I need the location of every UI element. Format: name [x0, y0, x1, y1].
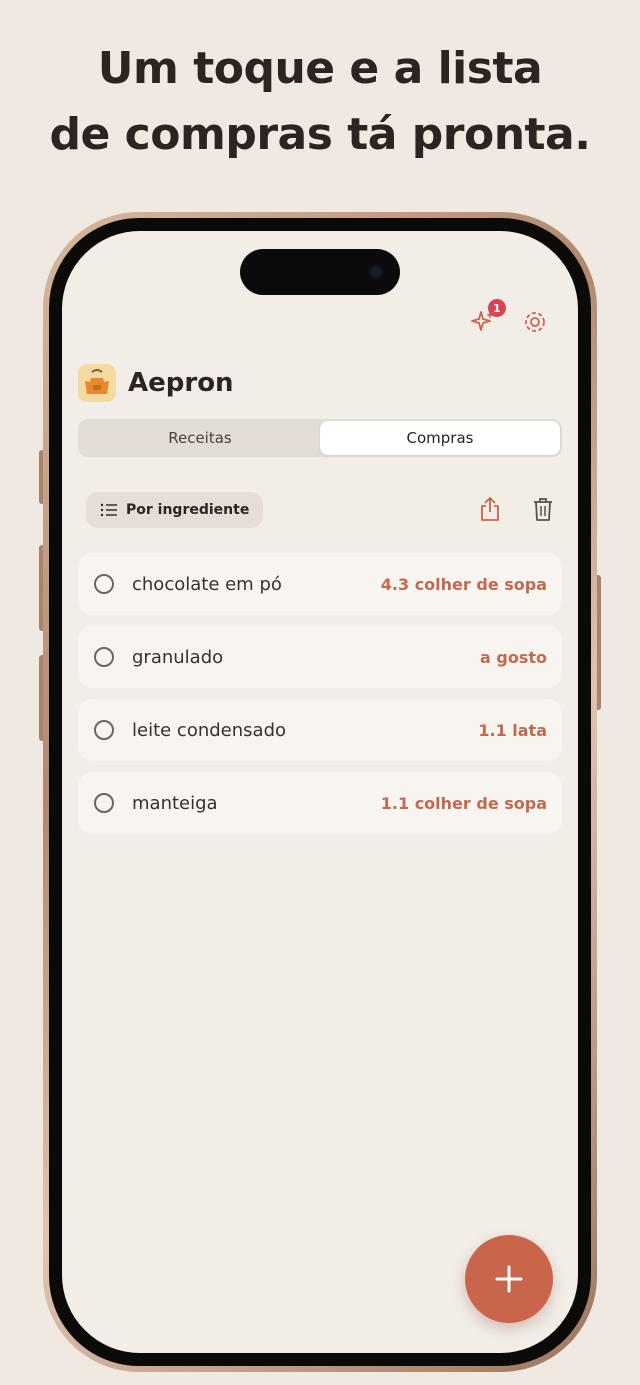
shopping-list: chocolate em pó 4.3 colher de sopa granu… [78, 553, 562, 845]
phone-screen: 1 Aepron Receitas Compras Por ingredient… [62, 231, 578, 1353]
item-quantity: 1.1 colher de sopa [380, 793, 547, 813]
list-toolbar: Por ingrediente [86, 492, 554, 528]
list-icon [100, 503, 117, 517]
tab-receitas[interactable]: Receitas [80, 421, 320, 455]
item-quantity: a gosto [480, 647, 547, 667]
headline-line-1: Um toque e a lista [97, 43, 543, 94]
sparkle-button[interactable]: 1 [468, 299, 506, 337]
checkbox[interactable] [94, 647, 114, 667]
item-name: manteiga [132, 792, 218, 814]
item-name: chocolate em pó [132, 573, 282, 595]
gear-icon [525, 312, 545, 332]
plus-icon [495, 1265, 523, 1293]
headline: Um toque e a lista de compras tá pronta. [0, 36, 640, 168]
brand: Aepron [78, 364, 234, 402]
checkbox[interactable] [94, 793, 114, 813]
checkbox[interactable] [94, 574, 114, 594]
list-item[interactable]: leite condensado 1.1 lata [78, 699, 562, 761]
trash-icon[interactable] [532, 496, 554, 522]
group-by-button[interactable]: Por ingrediente [86, 492, 264, 528]
add-item-button[interactable] [465, 1235, 553, 1323]
app-title: Aepron [128, 368, 234, 398]
toolbar-actions [478, 496, 554, 522]
checkbox[interactable] [94, 720, 114, 740]
top-icons: 1 [468, 299, 550, 337]
item-name: granulado [132, 646, 224, 668]
notification-badge: 1 [488, 299, 506, 317]
share-icon[interactable] [478, 496, 502, 522]
group-by-label: Por ingrediente [126, 502, 250, 518]
tab-compras[interactable]: Compras [320, 421, 560, 455]
segmented-control: Receitas Compras [78, 419, 562, 457]
headline-line-2: de compras tá pronta. [49, 109, 591, 160]
item-quantity: 4.3 colher de sopa [380, 574, 547, 594]
camera-icon [368, 264, 384, 280]
item-quantity: 1.1 lata [478, 720, 547, 740]
item-name: leite condensado [132, 719, 287, 741]
list-item[interactable]: manteiga 1.1 colher de sopa [78, 772, 562, 834]
apron-icon [78, 364, 116, 402]
dynamic-island [240, 249, 400, 295]
settings-button[interactable] [520, 307, 550, 337]
list-item[interactable]: chocolate em pó 4.3 colher de sopa [78, 553, 562, 615]
list-item[interactable]: granulado a gosto [78, 626, 562, 688]
